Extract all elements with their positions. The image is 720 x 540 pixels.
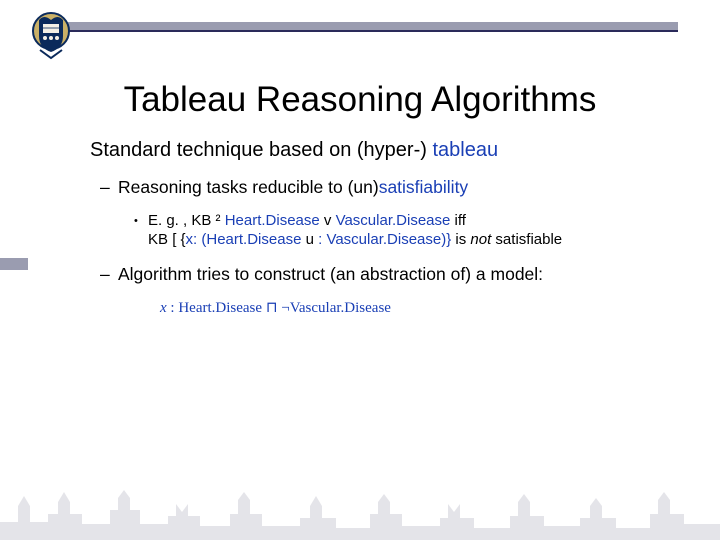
concept-heart-disease: Heart.Disease [221,212,324,229]
concept-vascular-disease: Vascular.Disease [290,300,391,316]
emphasis-not: not [470,231,491,248]
bullet-level-1: Algorithm tries to construct (an abstrac… [118,264,670,286]
bullet-level-0: Standard technique based on (hyper-) tab… [90,138,670,163]
text: { [176,231,185,248]
text: Standard technique based on (hyper-) [90,139,432,161]
text: iff [450,212,466,229]
oxford-crest-icon [30,10,72,60]
highlight-term: tableau [432,139,498,161]
decorative-box [0,258,28,270]
slide-body: Standard technique based on (hyper-) tab… [90,138,670,317]
text: : (Heart.Disease [193,231,306,248]
slide: Tableau Reasoning Algorithms Standard te… [0,0,720,540]
variable-x: x [186,231,194,248]
formula-line: x : Heart.Disease ⊓ ¬Vascular.Disease [160,298,670,317]
text: Reasoning tasks reducible to (un) [118,177,379,197]
text: satisfiable [491,231,562,248]
text: KB [148,231,172,248]
variable-x: x [160,300,167,316]
text: Algorithm tries to construct (an abstrac… [118,264,543,284]
bullet-level-1: Reasoning tasks reducible to (un)satisfi… [118,177,670,199]
text: E. g. , KB [148,212,216,229]
text: : Vascular.Disease)} [314,231,451,248]
highlight-term: satisfiability [379,177,468,197]
header-underline [42,30,678,32]
skyline-silhouette-icon [0,484,720,540]
concept-vascular-disease: Vascular.Disease [331,212,450,229]
header-bar [42,22,678,30]
text: : [167,300,179,316]
text: is [451,231,470,248]
concept-heart-disease: Heart.Disease [178,300,262,316]
symbol: u [306,231,314,248]
slide-title: Tableau Reasoning Algorithms [0,80,720,120]
operator: ⊓ ¬ [262,300,290,316]
bullet-level-2: E. g. , KB ² Heart.Disease v Vascular.Di… [148,211,670,250]
